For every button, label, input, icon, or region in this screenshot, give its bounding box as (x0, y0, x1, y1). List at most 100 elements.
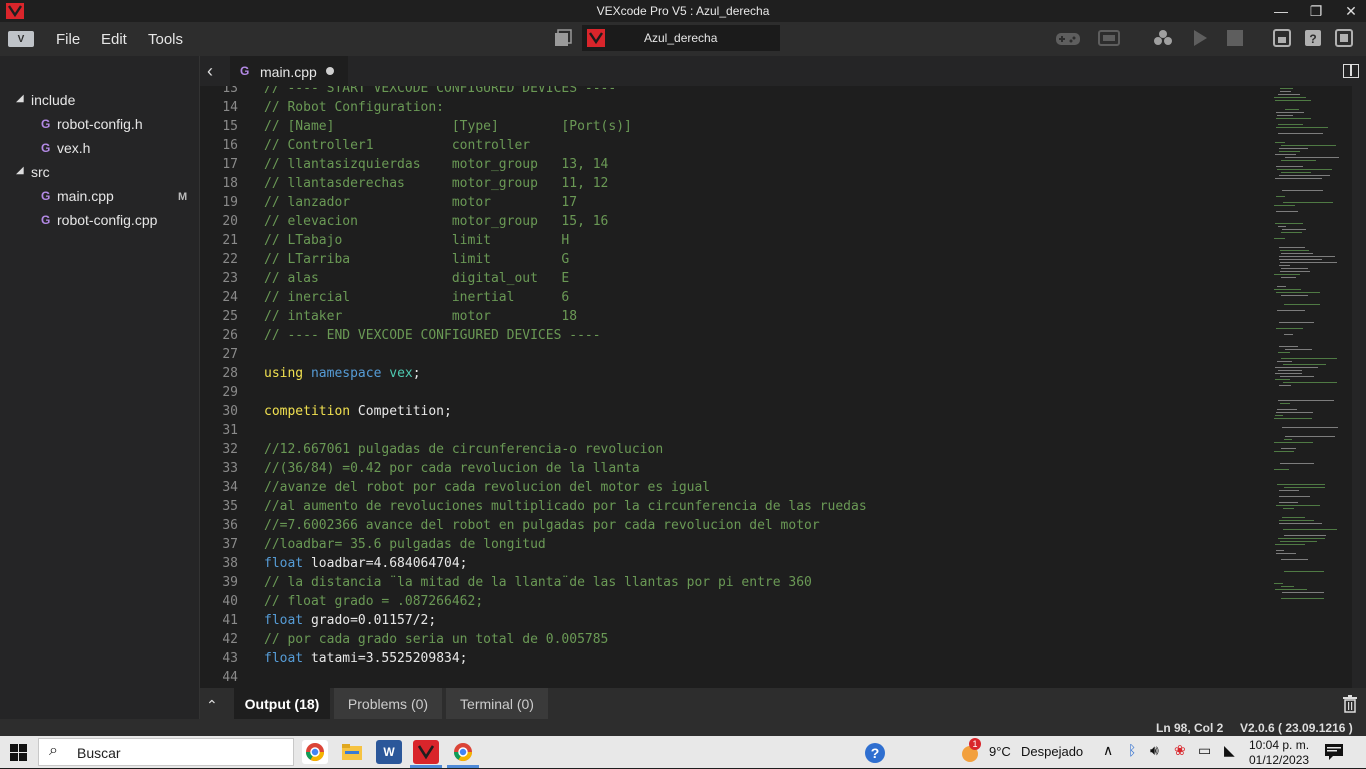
code-line[interactable]: 15 // [Name] [Type] [Port(s)] (200, 119, 1272, 138)
file-explorer: ◢ include G robot-config.h G vex.h ◢ src… (0, 56, 200, 719)
code-line[interactable]: 41 float grado=0.01157/2; (200, 613, 1272, 632)
file-explorer-icon[interactable] (339, 740, 365, 764)
word-icon[interactable]: W (376, 740, 402, 764)
stop-icon[interactable] (1226, 28, 1244, 48)
tab-main-cpp[interactable]: G main.cpp (230, 56, 348, 86)
clock-date[interactable]: 01/12/2023 (1249, 753, 1309, 767)
cursor-position[interactable]: Ln 98, Col 2 (1156, 721, 1223, 735)
weather-temp[interactable]: 9°C (989, 744, 1011, 759)
windows-start-icon[interactable] (10, 744, 27, 766)
code-line[interactable]: 43 float tatami=3.5525209834; (200, 651, 1272, 670)
code-line[interactable]: 32 //12.667061 pulgadas de circunferencia… (200, 442, 1272, 461)
help-assistant-icon[interactable]: ? (864, 742, 886, 769)
menu-tools[interactable]: Tools (148, 31, 183, 48)
project-selector[interactable]: Azul_derecha (582, 25, 780, 51)
split-editor-icon[interactable] (1343, 64, 1359, 78)
clock-time[interactable]: 10:04 p. m. (1249, 738, 1309, 752)
code-line[interactable]: 19 // lanzador motor 17 (200, 195, 1272, 214)
code-line[interactable]: 37 //loadbar= 35.6 pulgadas de longitud (200, 537, 1272, 556)
bluetooth-icon[interactable]: ᛒ (1128, 742, 1136, 758)
minimap[interactable] (1272, 86, 1352, 606)
code-token: loadbar=4.684064704; (303, 556, 468, 571)
code-line[interactable]: 34 //avanze del robot por cada revolucion… (200, 480, 1272, 499)
chrome-icon[interactable] (302, 740, 328, 764)
code-line[interactable]: 40 // float grado = .087266462; (200, 594, 1272, 613)
code-editor[interactable]: 13 // ---- START VEXCODE CONFIGURED DEVIC… (200, 86, 1272, 688)
code-line[interactable]: 13 // ---- START VEXCODE CONFIGURED DEVIC… (200, 86, 1272, 100)
tutorials-icon[interactable] (1334, 28, 1354, 48)
cpp-file-icon: G (41, 213, 51, 227)
folder-expand-icon[interactable]: ◢ (16, 93, 24, 104)
volume-icon[interactable]: 🔊︎ (1150, 742, 1159, 759)
line-number: 30 (222, 404, 238, 419)
notifications-icon[interactable] (1325, 744, 1343, 765)
tab-terminal[interactable]: Terminal (0) (446, 688, 548, 719)
folder-include[interactable]: include (31, 92, 75, 108)
code-line[interactable]: 21 // LTabajo limit H (200, 233, 1272, 252)
file-vex-h[interactable]: vex.h (57, 140, 90, 156)
code-line[interactable]: 30 competition Competition; (200, 404, 1272, 423)
code-line[interactable]: 44 (200, 670, 1272, 688)
code-line[interactable]: 23 // alas digital_out E (200, 271, 1272, 290)
code-token: // LTabajo limit H (264, 233, 570, 248)
code-line[interactable]: 16 // Controller1 controller (200, 138, 1272, 157)
code-line[interactable]: 39 // la distancia ¨la mitad de la llanta… (200, 575, 1272, 594)
build-icon[interactable] (1152, 28, 1174, 48)
taskbar-search[interactable]: ⌕ Buscar (38, 738, 294, 766)
code-token: // inercial inertial 6 (264, 290, 570, 305)
code-token: // float grado = .087266462; (264, 594, 484, 609)
battery-icon[interactable]: ▭ (1198, 742, 1211, 759)
code-token: //al aumento de revoluciones multiplicad… (264, 499, 867, 514)
slot-icon[interactable] (552, 28, 574, 48)
brain-icon[interactable] (1097, 28, 1121, 48)
code-line[interactable]: 26 // ---- END VEXCODE CONFIGURED DEVICES… (200, 328, 1272, 347)
code-line[interactable]: 14 // Robot Configuration: (200, 100, 1272, 119)
code-token: tatami=3.5525209834; (303, 651, 468, 666)
menu-file[interactable]: File (56, 31, 80, 48)
line-number: 44 (222, 670, 238, 685)
code-line[interactable]: 20 // elevacion motor_group 15, 16 (200, 214, 1272, 233)
tray-expand-icon[interactable]: ∧ (1103, 742, 1113, 759)
code-line[interactable]: 25 // intaker motor 18 (200, 309, 1272, 328)
controller-icon[interactable] (1054, 28, 1082, 48)
code-line[interactable]: 38 float loadbar=4.684064704; (200, 556, 1272, 575)
tab-output[interactable]: Output (18) (234, 688, 330, 719)
file-robot-config-cpp[interactable]: robot-config.cpp (57, 212, 157, 228)
code-line[interactable]: 33 //(36/84) =0.42 por cada revolucion de… (200, 461, 1272, 480)
editor-scrollbar[interactable] (1352, 86, 1366, 688)
code-line[interactable]: 42 // por cada grado seria un total de 0.… (200, 632, 1272, 651)
file-main-cpp[interactable]: main.cpp (57, 188, 114, 204)
code-line[interactable]: 36 //=7.6002366 avance del robot en pulga… (200, 518, 1272, 537)
panel-toggle-icon[interactable]: ⌃ (206, 697, 218, 714)
wifi-icon[interactable]: ◣ (1224, 742, 1235, 759)
vexcode-taskbar-icon[interactable] (413, 740, 439, 764)
unsaved-dot-icon[interactable] (326, 67, 334, 75)
help-icon[interactable]: ? (1303, 28, 1323, 48)
maximize-icon[interactable]: ❐ (1301, 0, 1331, 22)
file-robot-config-h[interactable]: robot-config.h (57, 116, 143, 132)
code-line[interactable]: 18 // llantasderechas motor_group 11, 12 (200, 176, 1272, 195)
code-line[interactable]: 31 (200, 423, 1272, 442)
folder-src[interactable]: src (31, 164, 50, 180)
line-number: 35 (222, 499, 238, 514)
tab-problems[interactable]: Problems (0) (334, 688, 442, 719)
chrome-icon[interactable] (450, 740, 476, 764)
code-line[interactable]: 35 //al aumento de revoluciones multiplic… (200, 499, 1272, 518)
code-line[interactable]: 29 (200, 385, 1272, 404)
code-line[interactable]: 22 // LTarriba limit G (200, 252, 1272, 271)
network-alert-icon[interactable]: ❀ (1174, 742, 1186, 759)
run-icon[interactable] (1190, 28, 1210, 48)
folder-expand-icon[interactable]: ◢ (16, 165, 24, 176)
trash-icon[interactable] (1342, 695, 1358, 718)
code-line[interactable]: 24 // inercial inertial 6 (200, 290, 1272, 309)
device-info-icon[interactable] (1272, 28, 1292, 48)
minimize-icon[interactable]: — (1266, 0, 1296, 22)
weather-desc[interactable]: Despejado (1021, 744, 1083, 759)
menu-edit[interactable]: Edit (101, 31, 127, 48)
code-line[interactable]: 28 using namespace vex; (200, 366, 1272, 385)
code-line[interactable]: 27 (200, 347, 1272, 366)
close-icon[interactable]: ✕ (1336, 0, 1366, 22)
code-line[interactable]: 17 // llantasizquierdas motor_group 13, 1… (200, 157, 1272, 176)
collapse-sidebar-icon[interactable]: ‹ (207, 61, 213, 82)
vex-logo-icon[interactable]: V (8, 31, 34, 47)
